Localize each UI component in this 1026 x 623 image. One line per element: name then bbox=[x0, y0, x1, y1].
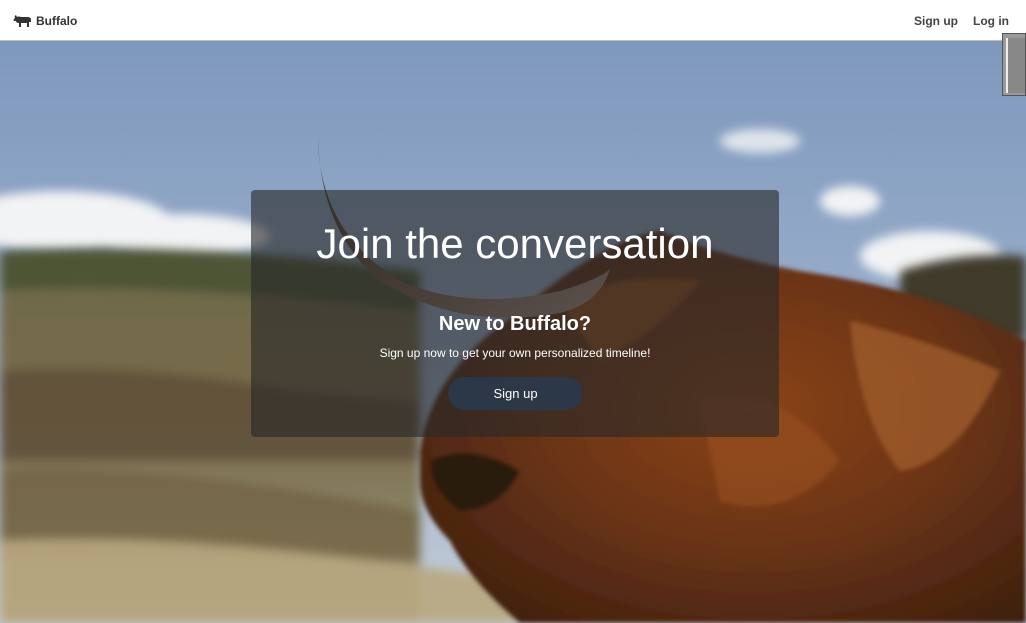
debug-toolbar-icon bbox=[1006, 38, 1025, 93]
hero-subtitle: New to Buffalo? bbox=[438, 313, 592, 335]
hero-title: Join the conversation bbox=[316, 220, 714, 267]
top-navbar: Buffalo Sign up Log in bbox=[0, 0, 1026, 41]
signup-link[interactable]: Sign up bbox=[914, 14, 958, 28]
hero-signup-button[interactable]: Sign up bbox=[448, 377, 583, 410]
signup-hero-card: Join the conversation New to Buffalo? Si… bbox=[251, 190, 779, 437]
brand-label: Buffalo bbox=[36, 14, 78, 28]
login-link[interactable]: Log in bbox=[973, 14, 1009, 28]
buffalo-icon bbox=[13, 15, 31, 27]
brand-link[interactable]: Buffalo bbox=[13, 12, 77, 30]
hero-description: Sign up now to get your own personalized… bbox=[379, 346, 651, 360]
navbar-right-links: Sign up Log in bbox=[899, 14, 1009, 28]
debug-toolbar-tab[interactable] bbox=[1002, 33, 1026, 96]
